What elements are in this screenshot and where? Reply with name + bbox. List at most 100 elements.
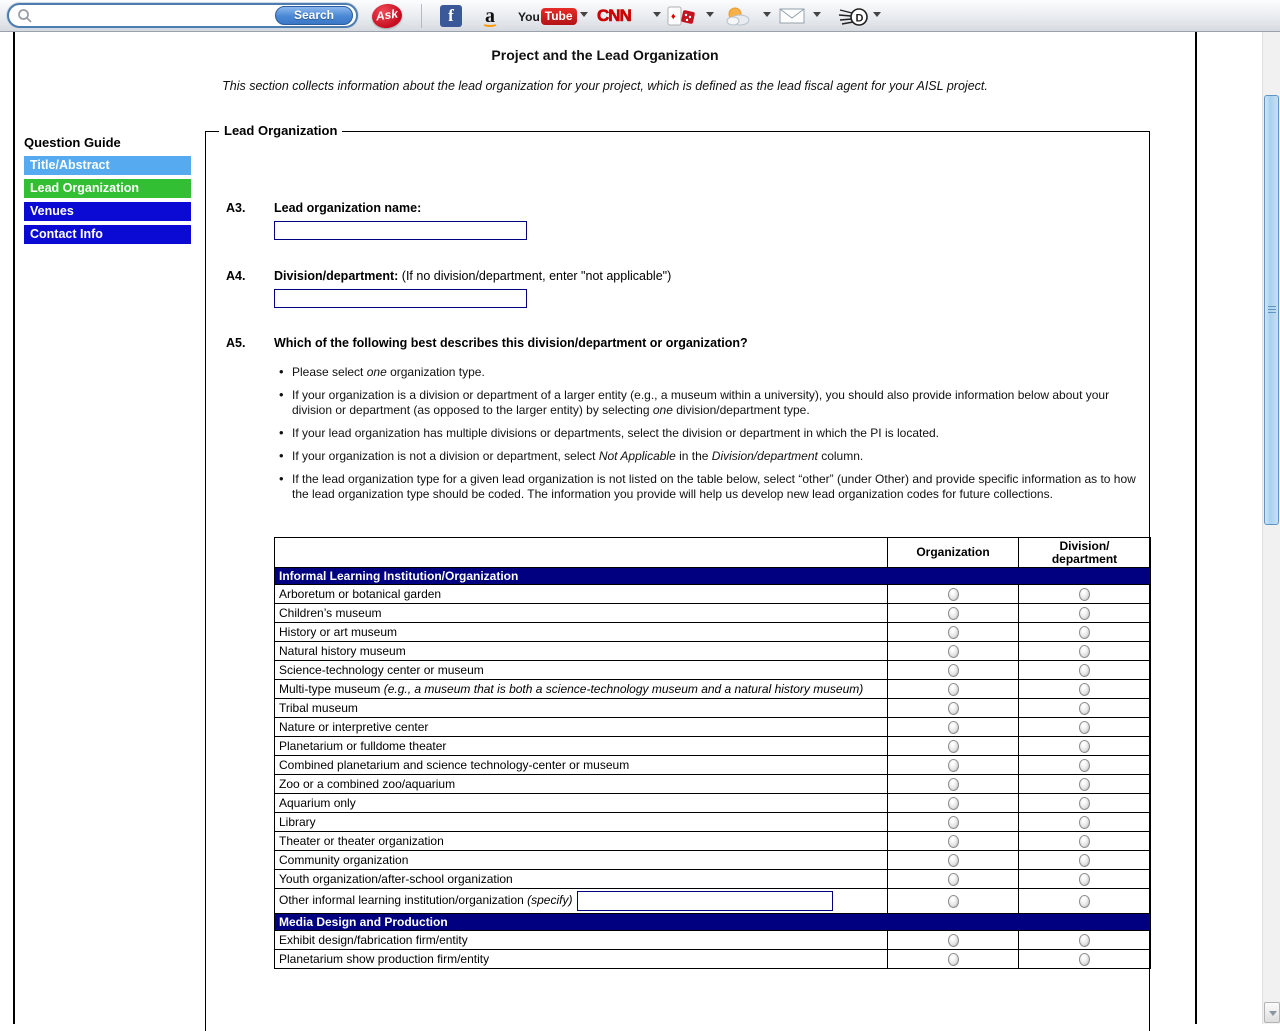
sidebar-item-lead-organization[interactable]: Lead Organization bbox=[24, 179, 191, 198]
question-a3-number: A3. bbox=[226, 201, 245, 215]
radio-organization[interactable] bbox=[948, 934, 959, 947]
table-section-title: Informal Learning Institution/Organizati… bbox=[275, 568, 1151, 585]
table-row: Other informal learning institution/orga… bbox=[275, 889, 1151, 914]
radio-organization-cell bbox=[888, 718, 1019, 737]
sidebar-item-venues[interactable]: Venues bbox=[24, 202, 191, 221]
radio-division-department[interactable] bbox=[1079, 873, 1090, 886]
table-row: Theater or theater organization bbox=[275, 832, 1151, 851]
cnn-icon[interactable]: CNN bbox=[597, 6, 631, 26]
radio-division-department-cell bbox=[1019, 851, 1151, 870]
radio-division-department[interactable] bbox=[1079, 721, 1090, 734]
radio-division-department[interactable] bbox=[1079, 740, 1090, 753]
radio-organization[interactable] bbox=[948, 740, 959, 753]
youtube-icon[interactable]: You Tube bbox=[518, 8, 577, 25]
radio-organization[interactable] bbox=[948, 759, 959, 772]
radio-division-department[interactable] bbox=[1079, 664, 1090, 677]
radio-division-department-cell bbox=[1019, 832, 1151, 851]
mail-icon[interactable] bbox=[779, 7, 805, 25]
radio-organization-cell bbox=[888, 775, 1019, 794]
dictionary-icon[interactable]: D bbox=[838, 4, 870, 28]
scrollbar-thumb[interactable] bbox=[1264, 95, 1279, 525]
radio-organization[interactable] bbox=[948, 664, 959, 677]
text-segment: one bbox=[653, 403, 673, 417]
org-type-label: Theater or theater organization bbox=[275, 832, 888, 851]
radio-organization[interactable] bbox=[948, 645, 959, 658]
radio-organization[interactable] bbox=[948, 721, 959, 734]
amazon-smile-arrow bbox=[482, 20, 498, 27]
search-box[interactable]: Search bbox=[7, 3, 358, 28]
radio-division-department[interactable] bbox=[1079, 934, 1090, 947]
table-section-row: Media Design and Production bbox=[275, 914, 1151, 931]
games-dropdown-icon[interactable] bbox=[706, 12, 714, 17]
radio-division-department[interactable] bbox=[1079, 702, 1090, 715]
text-segment: Combined planetarium and science technol… bbox=[279, 758, 629, 772]
sidebar-item-contact-info[interactable]: Contact Info bbox=[24, 225, 191, 244]
radio-division-department-cell bbox=[1019, 756, 1151, 775]
radio-organization[interactable] bbox=[948, 797, 959, 810]
radio-division-department[interactable] bbox=[1079, 953, 1090, 966]
radio-organization[interactable] bbox=[948, 702, 959, 715]
radio-organization[interactable] bbox=[948, 835, 959, 848]
radio-division-department[interactable] bbox=[1079, 895, 1090, 908]
radio-division-department-cell bbox=[1019, 604, 1151, 623]
radio-division-department[interactable] bbox=[1079, 759, 1090, 772]
radio-organization-cell bbox=[888, 585, 1019, 604]
radio-organization[interactable] bbox=[948, 683, 959, 696]
radio-division-department[interactable] bbox=[1079, 816, 1090, 829]
radio-organization[interactable] bbox=[948, 895, 959, 908]
text-segment: one bbox=[367, 365, 387, 379]
ask-logo-icon[interactable]: Ask bbox=[370, 2, 403, 30]
text-segment: Nature or interpretive center bbox=[279, 720, 428, 734]
radio-organization[interactable] bbox=[948, 778, 959, 791]
radio-organization[interactable] bbox=[948, 816, 959, 829]
radio-organization[interactable] bbox=[948, 854, 959, 867]
radio-division-department[interactable] bbox=[1079, 778, 1090, 791]
youtube-dropdown-icon[interactable] bbox=[580, 12, 588, 17]
radio-organization[interactable] bbox=[948, 607, 959, 620]
table-row: Children’s museum bbox=[275, 604, 1151, 623]
mail-dropdown-icon[interactable] bbox=[813, 12, 821, 17]
text-segment: Multi-type museum bbox=[279, 682, 384, 696]
amazon-icon[interactable]: a bbox=[477, 4, 503, 28]
search-button[interactable]: Search bbox=[275, 6, 353, 25]
weather-dropdown-icon[interactable] bbox=[763, 12, 771, 17]
svg-text:D: D bbox=[856, 13, 864, 25]
radio-division-department-cell bbox=[1019, 661, 1151, 680]
lead-organization-name-input[interactable] bbox=[274, 221, 527, 240]
org-type-label: Nature or interpretive center bbox=[275, 718, 888, 737]
radio-division-department[interactable] bbox=[1079, 854, 1090, 867]
division-department-input[interactable] bbox=[274, 289, 527, 308]
text-segment: If your lead organization has multiple d… bbox=[292, 426, 939, 440]
org-type-label: Tribal museum bbox=[275, 699, 888, 718]
org-type-label: Arboretum or botanical garden bbox=[275, 585, 888, 604]
organization-type-table: Organization Division/ department Inform… bbox=[274, 537, 1151, 969]
table-row: Tribal museum bbox=[275, 699, 1151, 718]
page-left-border bbox=[13, 32, 15, 1024]
text-segment: Community organization bbox=[279, 853, 408, 867]
sidebar-item-title-abstract[interactable]: Title/Abstract bbox=[24, 156, 191, 175]
text-segment: Division/department bbox=[712, 449, 818, 463]
org-type-label: Planetarium or fulldome theater bbox=[275, 737, 888, 756]
radio-organization[interactable] bbox=[948, 626, 959, 639]
radio-division-department[interactable] bbox=[1079, 797, 1090, 810]
radio-organization[interactable] bbox=[948, 953, 959, 966]
radio-division-department[interactable] bbox=[1079, 588, 1090, 601]
radio-division-department-cell bbox=[1019, 623, 1151, 642]
radio-division-department[interactable] bbox=[1079, 683, 1090, 696]
dictionary-dropdown-icon[interactable] bbox=[873, 12, 881, 17]
scrollbar-down-button[interactable] bbox=[1264, 1002, 1280, 1023]
weather-icon[interactable] bbox=[722, 5, 752, 27]
radio-division-department[interactable] bbox=[1079, 626, 1090, 639]
radio-organization[interactable] bbox=[948, 873, 959, 886]
radio-division-department[interactable] bbox=[1079, 835, 1090, 848]
vertical-scrollbar[interactable] bbox=[1262, 32, 1280, 1024]
radio-organization[interactable] bbox=[948, 588, 959, 601]
other-informal-specify-input[interactable] bbox=[577, 891, 833, 911]
radio-division-department[interactable] bbox=[1079, 645, 1090, 658]
cnn-dropdown-icon[interactable] bbox=[653, 12, 661, 17]
games-cards-dice-icon[interactable]: ♦ bbox=[666, 4, 700, 28]
text-segment: History or art museum bbox=[279, 625, 397, 639]
facebook-icon[interactable]: f bbox=[440, 5, 462, 27]
radio-division-department[interactable] bbox=[1079, 607, 1090, 620]
org-type-label: Combined planetarium and science technol… bbox=[275, 756, 888, 775]
